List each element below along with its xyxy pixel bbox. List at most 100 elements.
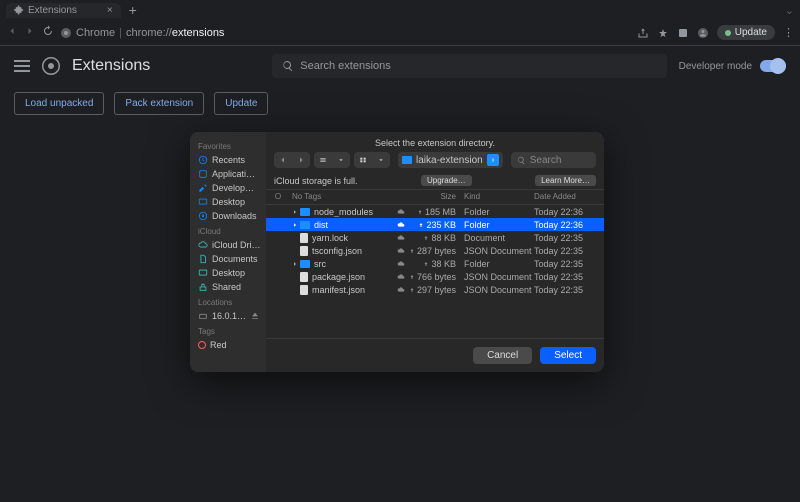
cloud-status-icon — [394, 221, 408, 229]
eject-icon[interactable] — [250, 311, 260, 321]
document-icon — [198, 254, 208, 264]
folder-popup-label: laika-extension — [416, 155, 483, 166]
file-row[interactable]: src38 KBFolderToday 22:35 — [266, 257, 604, 270]
file-row[interactable]: manifest.json297 bytesJSON DocumentToday… — [266, 283, 604, 296]
file-icon — [300, 285, 308, 295]
file-size: 235 KB — [408, 220, 464, 230]
file-date: Today 22:36 — [534, 207, 596, 217]
desktop-icon — [198, 268, 208, 278]
group-button[interactable] — [354, 152, 372, 168]
file-kind: Folder — [464, 207, 534, 217]
app-icon — [198, 169, 208, 179]
col-kind: Kind — [464, 192, 534, 202]
col-date: Date Added — [534, 192, 596, 202]
cancel-button[interactable]: Cancel — [473, 347, 532, 364]
file-name: package.json — [312, 272, 365, 282]
file-date: Today 22:35 — [534, 259, 596, 269]
search-icon — [517, 156, 526, 165]
file-kind: Folder — [464, 220, 534, 230]
file-size: 185 MB — [408, 207, 464, 217]
file-kind: JSON Document — [464, 285, 534, 295]
sidebar-item-shared[interactable]: Shared — [190, 280, 266, 294]
file-search[interactable]: Search — [511, 152, 596, 168]
shared-icon — [198, 282, 208, 292]
file-size: 297 bytes — [408, 285, 464, 295]
sidebar-item-desktop[interactable]: Desktop — [190, 195, 266, 209]
file-picker-main: Select the extension directory. laika-ex… — [266, 132, 604, 372]
file-icon — [300, 233, 308, 243]
file-name: yarn.lock — [312, 233, 348, 243]
dialog-title: Select the extension directory. — [266, 132, 604, 152]
sidebar-item-documents[interactable]: Documents — [190, 252, 266, 266]
sidebar-item-location[interactable]: 16.0.1… — [190, 309, 266, 323]
file-date: Today 22:35 — [534, 233, 596, 243]
popup-arrows-icon — [487, 154, 499, 166]
learn-more-button[interactable]: Learn More… — [535, 175, 596, 186]
disclosure-icon[interactable] — [292, 261, 300, 267]
sidebar-section-locations: Locations — [190, 294, 266, 309]
file-kind: JSON Document — [464, 246, 534, 256]
sidebar-item-recents[interactable]: Recents — [190, 153, 266, 167]
file-row[interactable]: dist235 KBFolderToday 22:36 — [266, 218, 604, 231]
file-kind: Folder — [464, 259, 534, 269]
sidebar-item-developer[interactable]: Develop… — [190, 181, 266, 195]
file-icon — [300, 246, 308, 256]
file-date: Today 22:36 — [534, 220, 596, 230]
sidebar-section-tags: Tags — [190, 323, 266, 338]
nav-forward-button — [292, 152, 310, 168]
sidebar-item-desktop-icloud[interactable]: Desktop — [190, 266, 266, 280]
file-kind: Document — [464, 233, 534, 243]
disk-icon — [198, 311, 208, 321]
file-date: Today 22:35 — [534, 272, 596, 282]
sidebar-section-icloud: iCloud — [190, 223, 266, 238]
folder-icon — [300, 208, 310, 216]
file-picker-toolbar: laika-extension Search — [266, 152, 604, 172]
file-size: 287 bytes — [408, 246, 464, 256]
file-icon — [300, 272, 308, 282]
view-list-button[interactable] — [314, 152, 332, 168]
file-date: Today 22:35 — [534, 246, 596, 256]
upgrade-button[interactable]: Upgrade… — [421, 175, 472, 186]
nav-back-button[interactable] — [274, 152, 292, 168]
sidebar-item-downloads[interactable]: Downloads — [190, 209, 266, 223]
sidebar-section-favorites: Favorites — [190, 138, 266, 153]
tag-dot-icon — [198, 341, 206, 349]
file-row[interactable]: tsconfig.json 287 bytesJSON DocumentToday… — [266, 244, 604, 257]
folder-icon — [402, 156, 412, 164]
file-kind: JSON Document — [464, 272, 534, 282]
file-row[interactable]: node_modules 185 MBFolderToday 22:36 — [266, 205, 604, 218]
folder-icon — [300, 260, 310, 268]
desktop-icon — [198, 197, 208, 207]
file-size: 766 bytes — [408, 272, 464, 282]
dialog-footer: Cancel Select — [266, 338, 604, 372]
sidebar-tag-red[interactable]: Red — [190, 338, 266, 352]
tag-icon — [274, 192, 282, 200]
file-name: node_modules — [314, 207, 373, 217]
file-list: node_modules185 MBFolderToday 22:36dist2… — [266, 205, 604, 338]
storage-message: iCloud storage is full. — [274, 176, 358, 186]
file-name: manifest.json — [312, 285, 365, 295]
select-button[interactable]: Select — [540, 347, 596, 364]
cloud-icon — [198, 240, 208, 250]
icloud-storage-bar: iCloud storage is full. Upgrade… Learn M… — [266, 172, 604, 189]
clock-icon — [198, 155, 208, 165]
search-placeholder: Search — [530, 155, 562, 166]
file-row[interactable]: yarn.lock88 KBDocumentToday 22:35 — [266, 231, 604, 244]
sidebar-item-applications[interactable]: Applicati… — [190, 167, 266, 181]
file-list-header[interactable]: No Tags Size Kind Date Added — [266, 189, 604, 205]
cloud-status-icon — [394, 247, 408, 255]
cloud-status-icon — [394, 260, 408, 268]
cloud-status-icon — [394, 208, 408, 216]
file-row[interactable]: package.json 766 bytesJSON DocumentToday … — [266, 270, 604, 283]
hammer-icon — [198, 183, 208, 193]
disclosure-icon[interactable] — [292, 209, 300, 215]
file-name: tsconfig.json — [312, 246, 362, 256]
view-chevron-icon[interactable] — [332, 152, 350, 168]
group-chevron-icon[interactable] — [372, 152, 390, 168]
file-size: 38 KB — [408, 259, 464, 269]
folder-popup[interactable]: laika-extension — [398, 152, 503, 168]
sidebar-item-icloud-drive[interactable]: iCloud Dri… — [190, 238, 266, 252]
disclosure-icon[interactable] — [292, 222, 300, 228]
download-icon — [198, 211, 208, 221]
cloud-status-icon — [394, 273, 408, 281]
